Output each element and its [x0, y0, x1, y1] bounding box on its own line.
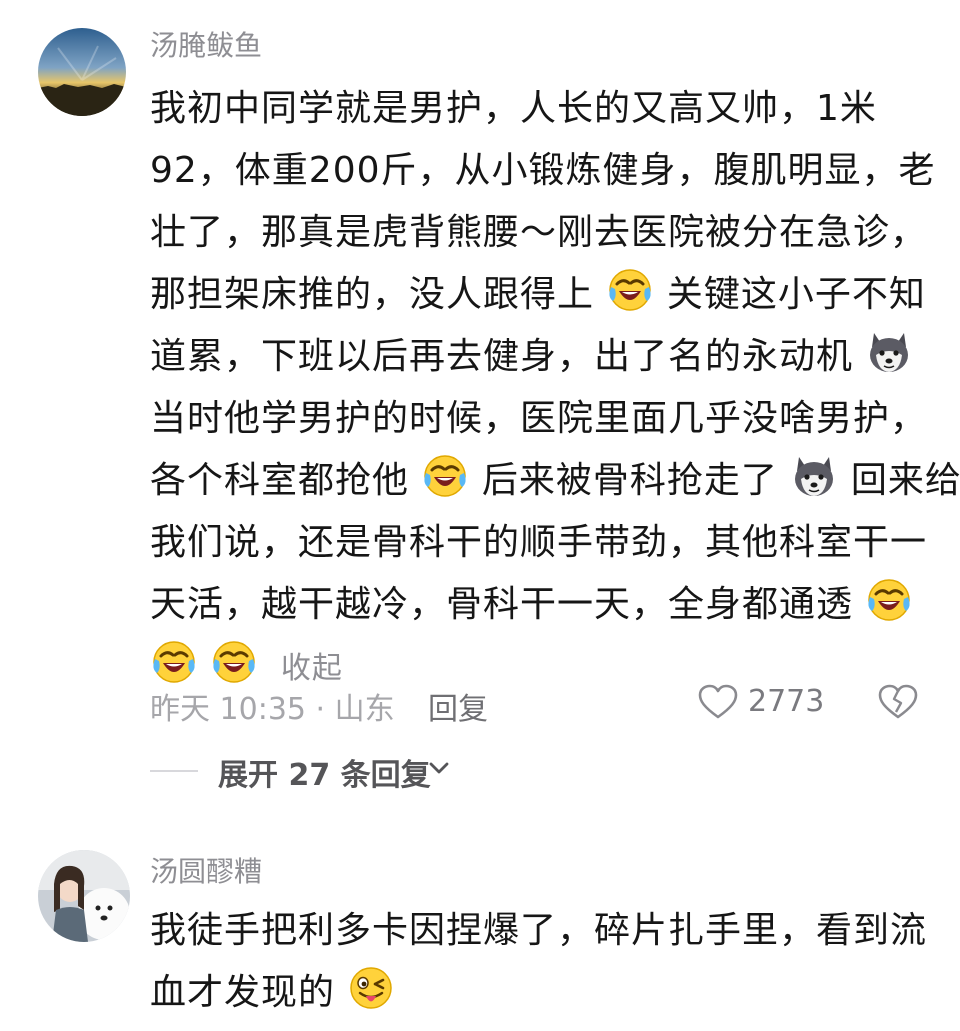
- comment-meta: 昨天 10:35 · 山东 回复 2773: [150, 680, 930, 727]
- comment-text: 关键这小子不知: [666, 274, 926, 315]
- comment-line: 天活，越干越冷，骨科干一天，全身都通透: [150, 574, 920, 636]
- like-count: 2773: [748, 684, 825, 719]
- comment-item: 汤圆醪糟 我徒手把利多卡因捏爆了，碎片扎手里，看到流 血才发现的: [0, 840, 960, 1021]
- comment-line: 那担架床推的，没人跟得上 关键这小子不知: [150, 264, 925, 326]
- husky-dog-emoji: [866, 329, 912, 375]
- comment-line: 92，体重200斤，从小锻炼健身，腹肌明显，老: [150, 150, 936, 191]
- avatar[interactable]: [38, 28, 126, 116]
- comment-text: 回来给: [850, 460, 960, 501]
- comment-item: 汤腌鲅鱼 我初中同学就是男护，人长的又高又帅，1米 92，体重200斤，从小锻炼…: [0, 0, 960, 820]
- laugh-cry-emoji: [211, 639, 257, 685]
- laugh-cry-emoji: [151, 639, 197, 685]
- divider: [150, 770, 198, 772]
- comment-text: 道累，下班以后再去健身，出了名的永动机: [150, 336, 854, 377]
- timestamp-location: 昨天 10:35 · 山东: [150, 692, 395, 727]
- chevron-down-icon: [428, 760, 450, 780]
- avatar[interactable]: [38, 850, 130, 942]
- comment-line: 各个科室都抢他 后来被骨科抢走了 回来给: [150, 450, 960, 512]
- username[interactable]: 汤圆醪糟: [150, 852, 262, 892]
- comment-line: 我徒手把利多卡因捏爆了，碎片扎手里，看到流: [150, 910, 928, 951]
- comment-body: 我徒手把利多卡因捏爆了，碎片扎手里，看到流 血才发现的: [150, 900, 928, 1024]
- laugh-cry-emoji: [607, 267, 653, 313]
- username[interactable]: 汤腌鲅鱼: [150, 26, 262, 66]
- comment-line: 道累，下班以后再去健身，出了名的永动机: [150, 326, 920, 388]
- reply-button[interactable]: 回复: [428, 684, 488, 728]
- expand-replies-label: 展开 27 条回复: [218, 758, 431, 793]
- comment-line: 我初中同学就是男护，人长的又高又帅，1米: [150, 88, 877, 129]
- comment-line: 壮了，那真是虎背熊腰～刚去医院被分在急诊，: [150, 212, 928, 253]
- comment-text: 血才发现的: [150, 972, 336, 1013]
- comment-text: 天活，越干越冷，骨科干一天，全身都通透: [150, 584, 854, 625]
- expand-replies-button[interactable]: 展开 27 条回复: [150, 748, 550, 793]
- comment-line: 我们说，还是骨科干的顺手带劲，其他科室干一: [150, 522, 928, 563]
- comment-text: 那担架床推的，没人跟得上: [150, 274, 595, 315]
- comment-line: 血才发现的: [150, 962, 920, 1024]
- comment-body: 我初中同学就是男护，人长的又高又帅，1米 92，体重200斤，从小锻炼健身，腹肌…: [150, 78, 960, 698]
- wink-tongue-emoji: [348, 965, 394, 1011]
- laugh-cry-emoji: [866, 577, 912, 623]
- husky-dog-emoji: [791, 453, 837, 499]
- comment-line: 当时他学男护的时候，医院里面几乎没啥男护，: [150, 398, 928, 439]
- broken-heart-icon[interactable]: [878, 684, 918, 728]
- laugh-cry-emoji: [422, 453, 468, 499]
- heart-icon: [698, 684, 738, 728]
- comment-text: 各个科室都抢他: [150, 460, 410, 501]
- comment-text: 后来被骨科抢走了: [481, 460, 778, 501]
